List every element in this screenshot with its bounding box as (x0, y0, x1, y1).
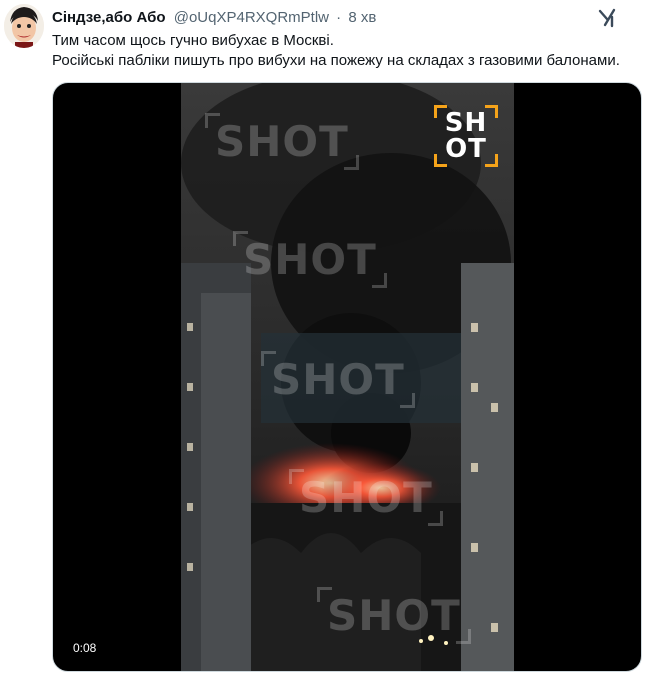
watermark: SHOT (289, 469, 443, 526)
separator-dot: · (336, 9, 342, 26)
tweet-text-line-2: Російські пабліки пишуть про вибухи на п… (52, 52, 620, 69)
avatar[interactable] (4, 4, 44, 48)
tweet-text: Тим часом щось гучно вибухає в Москві. Р… (52, 31, 643, 71)
tweet[interactable]: Сіндзе,або Або @oUqXP4RXQRmPtlw · 8 хв Т… (0, 0, 653, 678)
author-name[interactable]: Сіндзе,або Або (52, 9, 166, 26)
watermark: SHOT (233, 231, 387, 288)
tweet-text-line-1: Тим часом щось гучно вибухає в Москві. (52, 32, 334, 49)
watermark: SHOT (261, 351, 415, 408)
grok-icon[interactable] (597, 8, 617, 28)
watermark: SHOT (205, 113, 359, 170)
video-duration: 0:08 (67, 639, 103, 657)
tweet-header: Сіндзе,або Або @oUqXP4RXQRmPtlw · 8 хв (52, 9, 613, 27)
post-time[interactable]: 8 хв (348, 9, 376, 26)
video-frame[interactable]: SH OT SHOT SHOT SHOT SHOT SHOT (181, 83, 514, 671)
shot-logo: SH OT (434, 105, 498, 167)
author-handle[interactable]: @oUqXP4RXQRmPtlw (174, 9, 329, 26)
watermark: SHOT (317, 587, 471, 644)
video-player[interactable]: SH OT SHOT SHOT SHOT SHOT SHOT 0:08 (52, 82, 642, 672)
avatar-cartoon-icon (4, 4, 44, 48)
